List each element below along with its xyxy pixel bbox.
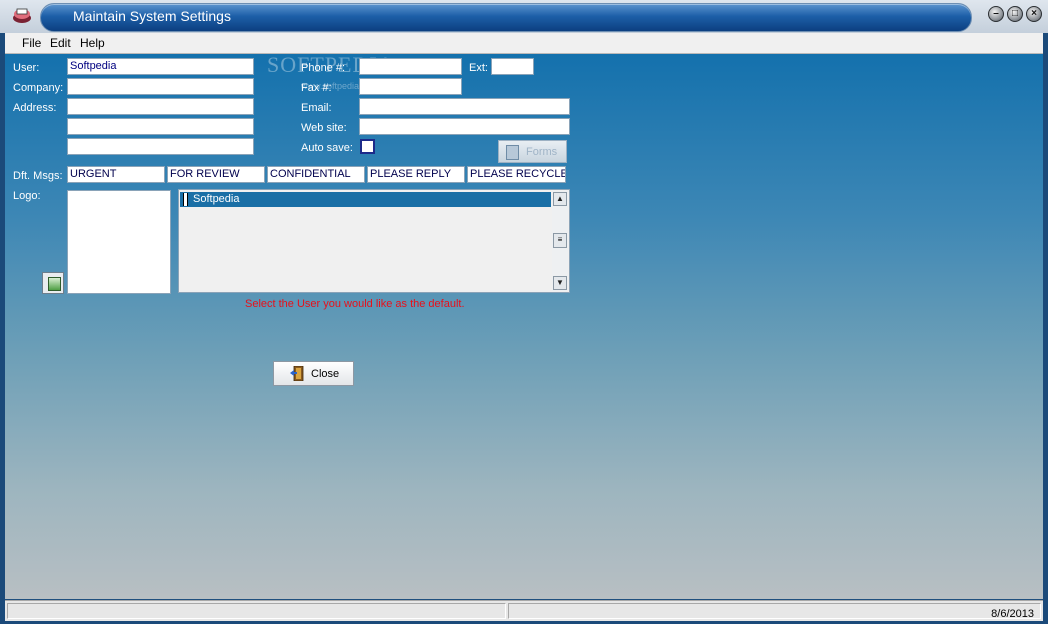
autosave-label: Auto save: (301, 142, 353, 154)
menu-help[interactable]: Help (80, 36, 105, 50)
autosave-checkbox[interactable] (360, 139, 375, 154)
default-msg-4[interactable]: PLEASE REPLY (367, 166, 465, 183)
settings-panel: SOFTPEDIA www.softpedia.com User: Softpe… (5, 52, 1043, 599)
hint-text: Select the User you would like as the de… (245, 298, 465, 310)
default-msg-3[interactable]: CONFIDENTIAL (267, 166, 365, 183)
scroll-up-icon[interactable]: ▲ (553, 192, 567, 206)
text-cursor-icon (183, 193, 188, 206)
load-logo-button[interactable] (42, 272, 64, 294)
logo-preview (67, 190, 171, 294)
forms-button[interactable]: Forms (498, 140, 567, 163)
default-msg-5[interactable]: PLEASE RECYCLE (467, 166, 566, 183)
logo-label: Logo: (13, 190, 41, 202)
phone-field[interactable] (359, 58, 462, 75)
default-msg-1[interactable]: URGENT (67, 166, 165, 183)
website-label: Web site: (301, 122, 347, 134)
menu-edit[interactable]: Edit (50, 36, 71, 50)
minimize-icon[interactable]: – (988, 6, 1004, 22)
close-button[interactable]: Close (273, 361, 354, 386)
email-label: Email: (301, 102, 332, 114)
company-label: Company: (13, 82, 64, 94)
user-list-scrollbar[interactable]: ▲ ≡ ▼ (552, 191, 568, 291)
forms-button-label: Forms (526, 146, 558, 158)
exit-door-icon (290, 366, 304, 381)
address-line-1[interactable] (67, 98, 254, 115)
ext-label: Ext: (469, 62, 488, 74)
menu-bar: File Edit Help (5, 33, 1043, 54)
email-field[interactable] (359, 98, 570, 115)
close-window-icon[interactable]: × (1026, 6, 1042, 22)
address-label: Address: (13, 102, 57, 114)
status-bar: 8/6/2013 (5, 600, 1043, 621)
address-line-2[interactable] (67, 118, 254, 135)
app-icon[interactable] (11, 5, 33, 25)
user-field[interactable]: Softpedia (67, 58, 254, 75)
user-list-item-label: Softpedia (193, 193, 240, 205)
close-button-label: Close (311, 368, 340, 380)
status-date: 8/6/2013 (991, 608, 1034, 620)
default-msg-2[interactable]: FOR REVIEW (167, 166, 265, 183)
ext-field[interactable] (491, 58, 534, 75)
menu-file[interactable]: File (22, 36, 41, 50)
status-pane-1 (7, 603, 506, 619)
main-window: Maintain System Settings – □ × File Edit… (0, 0, 1048, 624)
fax-field[interactable] (359, 78, 462, 95)
company-field[interactable] (67, 78, 254, 95)
forms-icon (506, 145, 519, 160)
window-title: Maintain System Settings (73, 8, 231, 24)
user-list[interactable]: Softpedia ▲ ≡ ▼ (178, 189, 570, 293)
default-msgs-label: Dft. Msgs: (13, 170, 63, 182)
address-line-3[interactable] (67, 138, 254, 155)
title-bar[interactable]: Maintain System Settings – □ × (0, 0, 1048, 33)
window-frame-right (1043, 33, 1048, 624)
website-field[interactable] (359, 118, 570, 135)
maximize-icon[interactable]: □ (1007, 6, 1023, 22)
scroll-down-icon[interactable]: ▼ (553, 276, 567, 290)
image-icon (48, 277, 61, 291)
phone-label: Phone #: (301, 62, 346, 74)
user-list-item-selected[interactable]: Softpedia (180, 192, 551, 207)
status-pane-2: 8/6/2013 (508, 603, 1041, 620)
fax-label: Fax #: (301, 82, 332, 94)
user-label: User: (13, 62, 40, 74)
scroll-thumb[interactable]: ≡ (553, 233, 567, 248)
